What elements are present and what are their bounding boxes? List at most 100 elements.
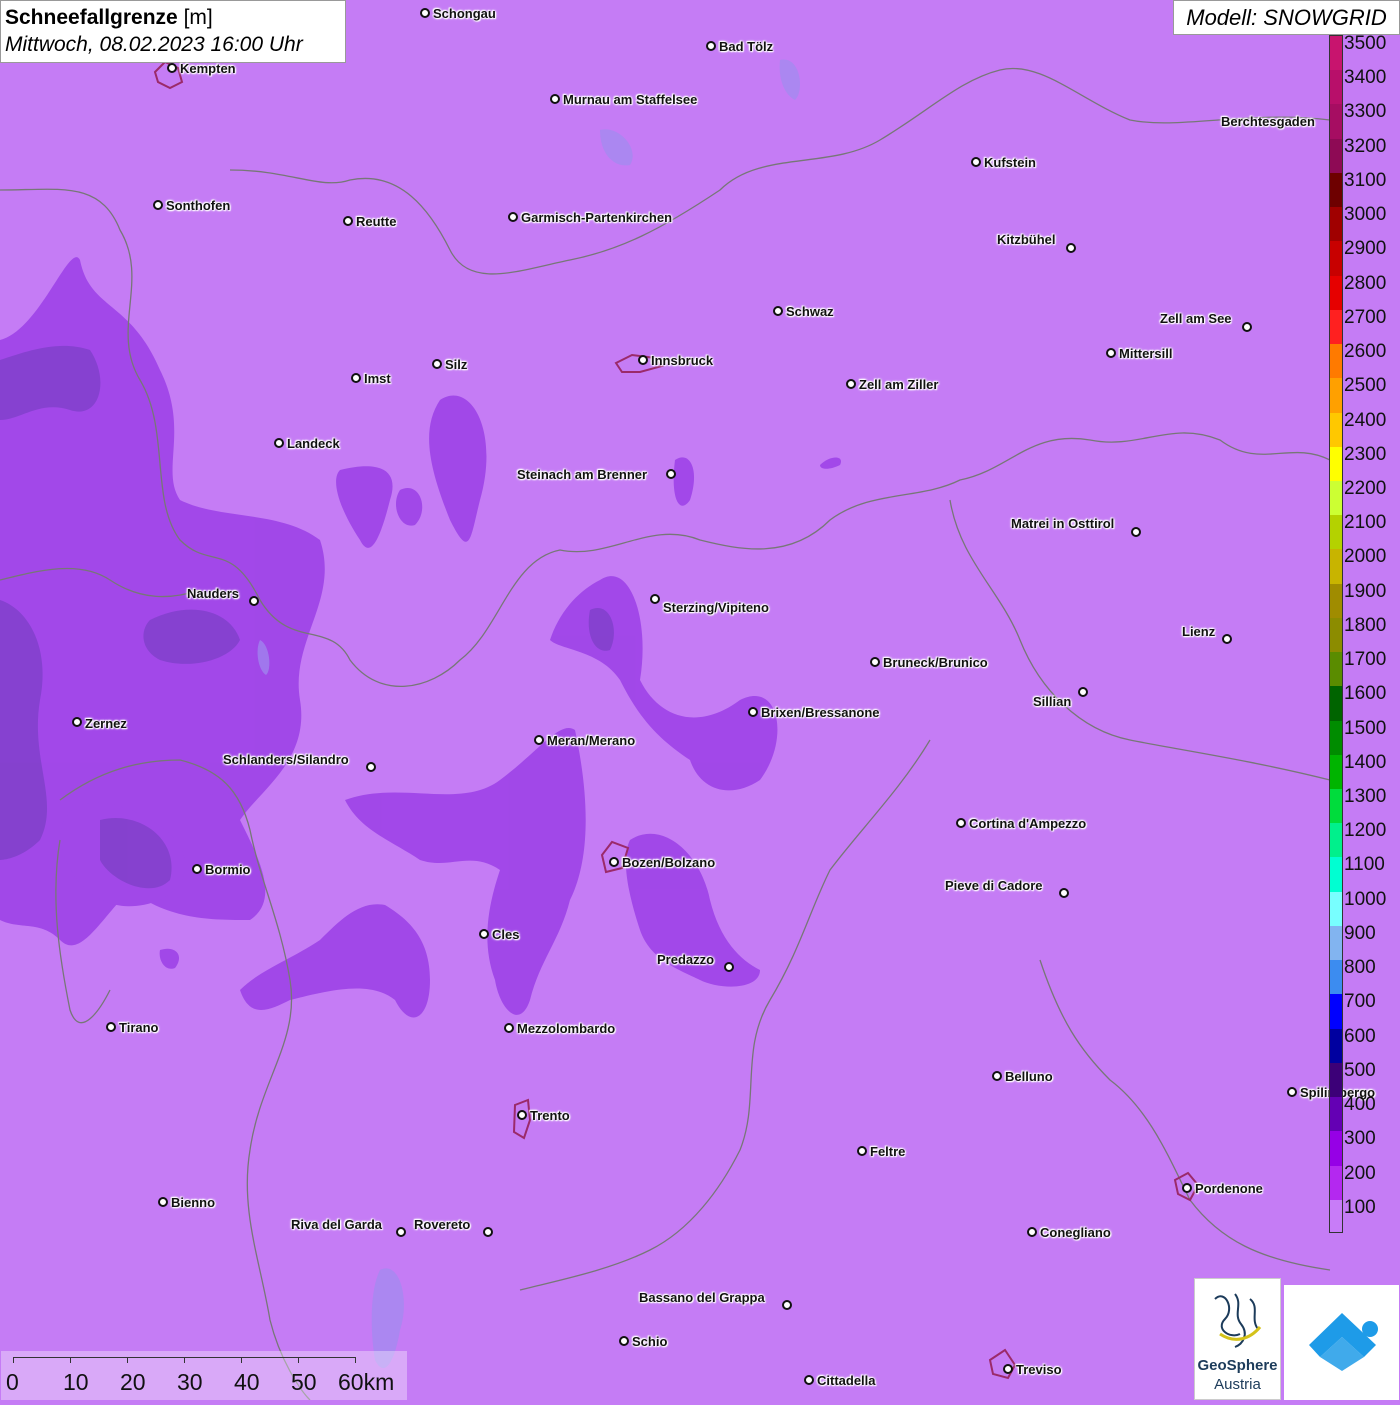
legend-swatch-2600 (1330, 344, 1342, 379)
city-label-sterzing: Sterzing/Vipiteno (663, 600, 769, 615)
legend-label-1900: 1900 (1344, 580, 1387, 602)
scale-tick (127, 1357, 128, 1363)
city-label-bad-toelz: Bad Tölz (719, 39, 774, 54)
city-dot-mittersill (1106, 348, 1116, 358)
legend-swatch-2400 (1330, 412, 1342, 448)
legend-swatch-3200 (1330, 138, 1342, 174)
legend-label-1400: 1400 (1344, 751, 1387, 773)
city-label-zernez: Zernez (85, 716, 127, 731)
legend-swatch-400 (1330, 1097, 1342, 1132)
city-label-murnau: Murnau am Staffelsee (563, 92, 698, 107)
scale-tick (184, 1357, 185, 1363)
legend-swatch-1400 (1330, 754, 1342, 790)
city-dot-bad-toelz (706, 41, 716, 51)
city-label-trento: Trento (530, 1108, 570, 1123)
scale-label: 20 (120, 1369, 146, 1395)
legend-label-1100: 1100 (1344, 854, 1385, 876)
city-dot-bormio (192, 864, 202, 874)
legend-swatch-1500 (1330, 720, 1342, 756)
city-label-pordenone: Pordenone (1195, 1181, 1263, 1196)
city-dot-bozen (609, 857, 619, 867)
legend-swatch-1600 (1330, 686, 1342, 722)
city-dot-cittadella (804, 1375, 814, 1385)
legend-label-3400: 3400 (1344, 67, 1387, 89)
city-dot-zell-am-ziller (846, 379, 856, 389)
legend-swatch-1000 (1330, 891, 1342, 927)
city-dot-cles (479, 929, 489, 939)
city-dot-silz (432, 359, 442, 369)
city-label-imst: Imst (364, 371, 391, 386)
legend-swatch-500 (1330, 1062, 1342, 1098)
legend-swatch-800 (1330, 960, 1342, 995)
city-label-bormio: Bormio (205, 862, 251, 877)
scale-label: 50 (291, 1369, 317, 1395)
legend-label-1300: 1300 (1344, 786, 1387, 808)
city-dot-sterzing (650, 594, 660, 604)
city-dot-innsbruck (638, 355, 648, 365)
legend-label-600: 600 (1344, 1025, 1376, 1047)
city-dot-bassano (782, 1300, 792, 1310)
scale-label: 0 (6, 1369, 19, 1395)
legend-swatch-2800 (1330, 275, 1342, 311)
city-label-innsbruck: Innsbruck (651, 353, 714, 368)
scale-tick (13, 1357, 14, 1363)
city-label-treviso: Treviso (1016, 1362, 1062, 1377)
legend-label-1200: 1200 (1344, 820, 1387, 842)
city-dot-mezzolombardo (504, 1023, 514, 1033)
city-dot-kempten (167, 63, 177, 73)
city-dot-schwaz (773, 306, 783, 316)
legend-label-3000: 3000 (1344, 204, 1387, 226)
city-label-garmisch: Garmisch-Partenkirchen (521, 210, 673, 225)
city-dot-pieve (1059, 888, 1069, 898)
legend-swatch-700 (1330, 994, 1342, 1030)
city-label-schongau: Schongau (433, 6, 496, 21)
geosphere-text: GeoSphere (1197, 1357, 1278, 1374)
legend-swatch-3400 (1330, 70, 1342, 105)
city-dot-brixen (748, 707, 758, 717)
model-label: Modell: SNOWGRID (1173, 0, 1400, 35)
city-label-cortina: Cortina d'Ampezzo (969, 816, 1087, 831)
city-label-bruneck: Bruneck/Brunico (883, 655, 988, 670)
city-label-zell-am-see: Zell am See (1160, 311, 1232, 326)
legend-swatch-300 (1330, 1131, 1342, 1167)
city-dot-schlanders (366, 762, 376, 772)
scale-label: 30 (177, 1369, 203, 1395)
city-label-rovereto: Rovereto (414, 1217, 471, 1232)
app-logo[interactable] (1284, 1285, 1399, 1400)
legend-label-2000: 2000 (1344, 546, 1387, 568)
scale-tick (70, 1357, 71, 1363)
legend-label-800: 800 (1344, 957, 1376, 979)
city-label-brixen: Brixen/Bressanone (761, 705, 880, 720)
city-label-meran: Meran/Merano (547, 733, 636, 748)
geosphere-logo[interactable]: GeoSphere Austria (1194, 1278, 1281, 1400)
legend-label-2300: 2300 (1344, 443, 1387, 465)
legend-label-100: 100 (1344, 1196, 1376, 1218)
city-dot-belluno (992, 1071, 1002, 1081)
austria-text: Austria (1214, 1376, 1261, 1393)
city-label-nauders: Nauders (187, 586, 240, 601)
legend-swatch-2900 (1330, 241, 1342, 277)
city-label-lienz: Lienz (1182, 624, 1216, 639)
legend-swatch-1700 (1330, 652, 1342, 687)
legend-swatch-600 (1330, 1028, 1342, 1064)
map-datetime: Mittwoch, 08.02.2023 16:00 Uhr (5, 33, 303, 56)
city-label-predazzo: Predazzo (657, 952, 715, 967)
city-dot-bruneck (870, 657, 880, 667)
legend-swatch-2300 (1330, 446, 1342, 482)
legend-label-200: 200 (1344, 1162, 1376, 1184)
scale-tick (298, 1357, 299, 1363)
city-dot-steinach (666, 469, 676, 479)
legend-label-2100: 2100 (1344, 512, 1387, 534)
legend-label-2200: 2200 (1344, 477, 1387, 499)
title-box: Schneefallgrenze [m] Mittwoch, 08.02.202… (0, 0, 346, 63)
legend-label-2400: 2400 (1344, 409, 1387, 431)
legend-label-300: 300 (1344, 1128, 1376, 1150)
color-legend (1329, 35, 1343, 1233)
legend-swatch-900 (1330, 925, 1342, 961)
city-dot-imst (351, 373, 361, 383)
city-label-zell-am-ziller: Zell am Ziller (859, 377, 939, 392)
legend-swatch-100 (1330, 1199, 1342, 1232)
legend-swatch-3000 (1330, 207, 1342, 242)
city-label-bozen: Bozen/Bolzano (622, 855, 716, 870)
legend-swatch-1100 (1330, 857, 1342, 893)
